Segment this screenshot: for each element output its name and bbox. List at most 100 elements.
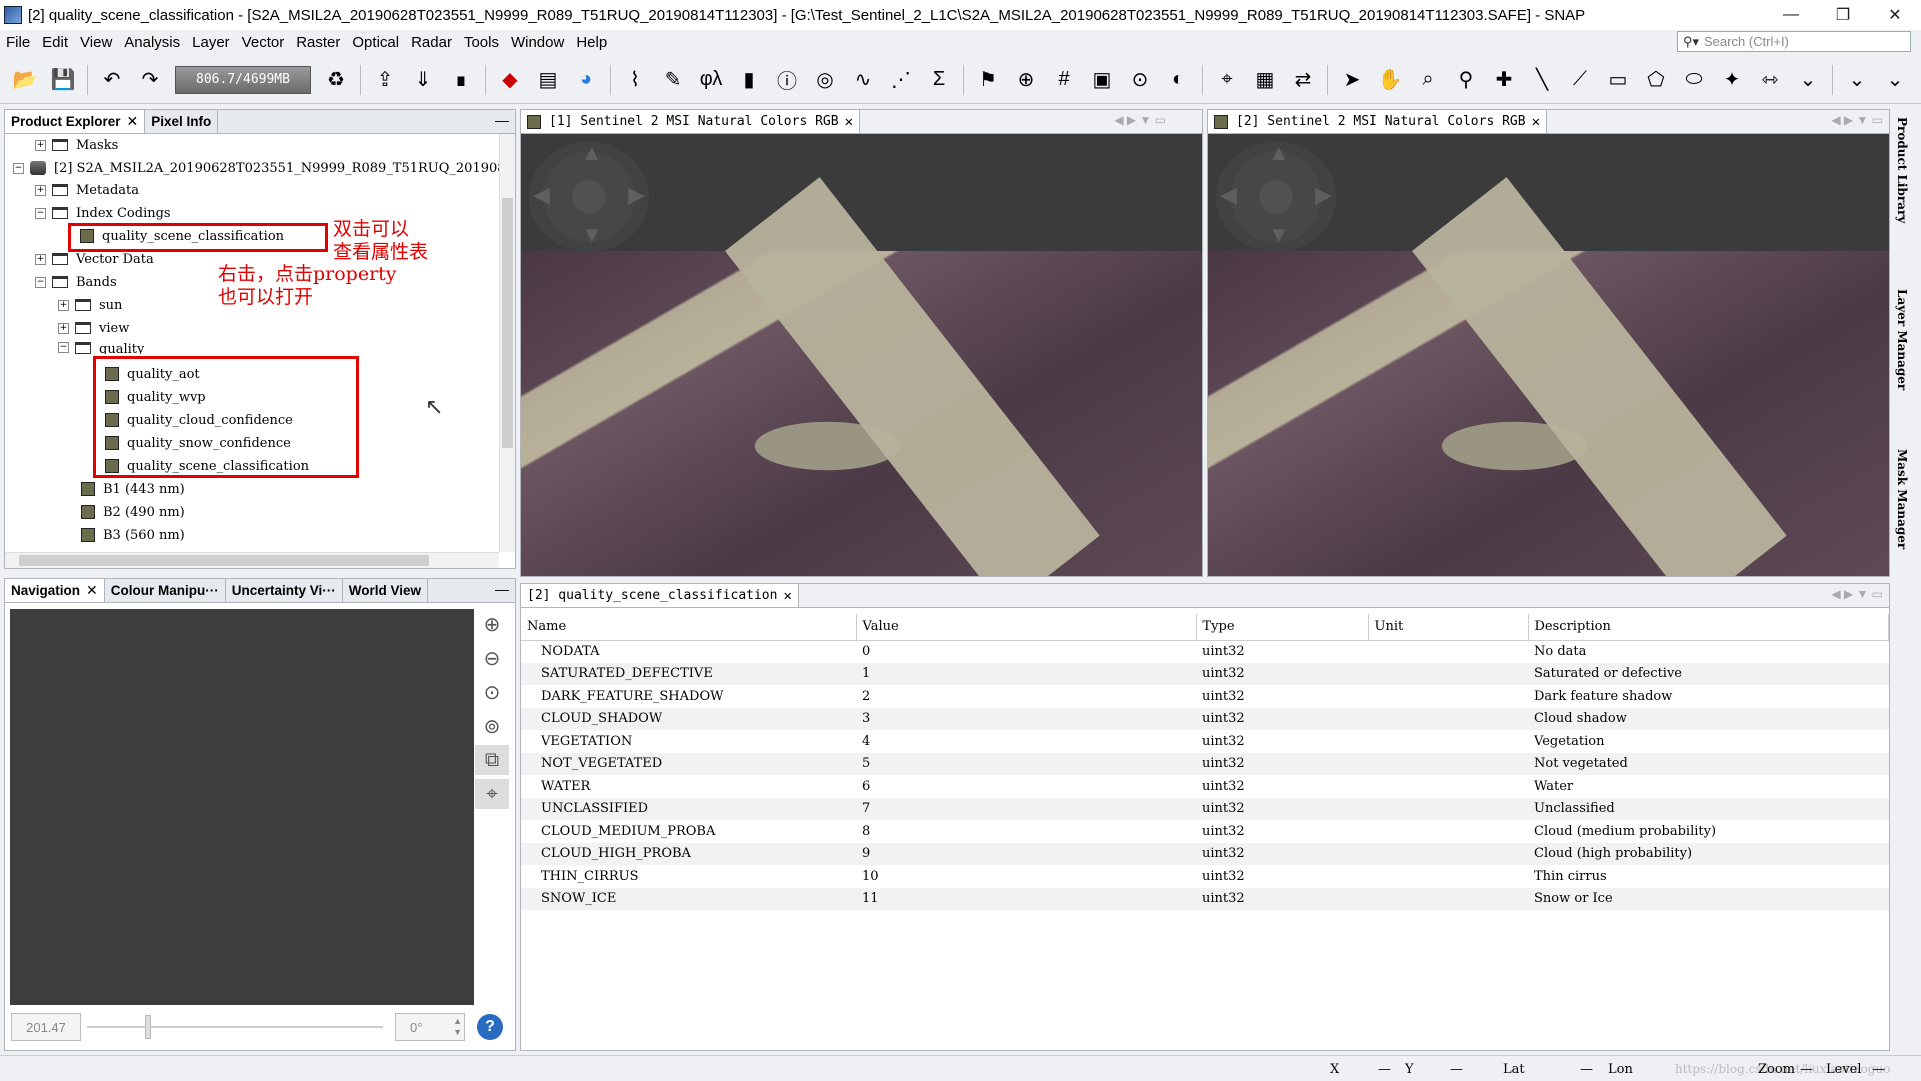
tab-colour-manipulation[interactable]: Colour Manipu··· [104,579,226,602]
image-canvas[interactable]: ▲ ▼ ◀ ▶ [521,134,1202,576]
collapse-icon[interactable]: − [58,342,69,353]
overlay-icon[interactable]: ◐ [1161,63,1195,97]
tree-node-quality[interactable]: − quality [58,342,144,354]
rotation-field[interactable]: 0° ▲ ▼ [395,1013,465,1041]
table-row[interactable]: CLOUD_HIGH_PROBA 9 uint32 Cloud (high proba… [521,842,1889,865]
import-icon[interactable]: ⇪ [368,63,402,97]
expand-icon[interactable]: + [58,322,69,334]
navigation-overview[interactable] [10,609,474,1005]
zoom-in-icon[interactable]: ⊕ [475,609,509,639]
table-row[interactable]: SNOW_ICE 11 uint32 Snow or Ice [521,887,1889,910]
tree-node-index-codings[interactable]: − Index Codings [35,204,171,222]
histogram-icon[interactable]: ▮ [732,63,766,97]
minimize-button[interactable]: — [1765,0,1817,30]
table-row[interactable]: VEGETATION 4 uint32 Vegetation [521,730,1889,753]
tree-node-masks[interactable]: + Masks [35,136,118,154]
zoom-slider[interactable] [87,1015,383,1039]
zoom-out-icon[interactable]: ⊖ [475,643,509,673]
pin-manager-icon[interactable]: ⚑ [971,63,1005,97]
redo-icon[interactable]: ↷ [133,63,167,97]
gcp-tool-icon[interactable]: ✚ [1487,63,1521,97]
column-header-unit[interactable]: Unit [1368,614,1529,641]
menu-vector[interactable]: Vector [236,34,291,51]
profile-plot-icon[interactable]: ∿ [846,63,880,97]
tab-world-view[interactable]: World View [342,579,429,602]
pin-tool-icon[interactable]: ⚲ [1449,63,1483,97]
table-row[interactable]: CLOUD_SHADOW 3 uint32 Cloud shadow [521,707,1889,730]
menu-optical[interactable]: Optical [346,34,405,51]
range-finder-icon[interactable]: ⇿ [1753,63,1787,97]
menu-help[interactable]: Help [570,34,613,51]
tab-product-explorer[interactable]: Product Explorer ✕ [5,110,146,133]
table-row[interactable]: UNCLASSIFIED 7 uint32 Unclassified [521,797,1889,820]
tab-image-view-1[interactable]: [1] Sentinel 2 MSI Natural Colors RGB ✕ [521,110,861,133]
rgb-image-icon[interactable]: ◆ [493,63,527,97]
minimize-panel-icon[interactable]: — [495,112,509,128]
expand-icon[interactable]: + [35,139,46,151]
tab-nav-arrows[interactable]: ◀ ▶ ▼ ▭ [1831,113,1883,127]
open-product-icon[interactable]: 📂 [8,63,42,97]
expand-icon[interactable]: + [35,253,46,265]
chevron-down-icon[interactable]: ⌄ [1840,63,1874,97]
spinner-icon[interactable]: ▲ ▼ [453,1016,462,1038]
zoom-slider-thumb[interactable] [145,1015,151,1039]
select-tool-icon[interactable]: ➤ [1335,63,1369,97]
table-row[interactable]: WATER 6 uint32 Water [521,775,1889,798]
chevron-down-icon[interactable]: ⌄ [1878,63,1912,97]
menu-window[interactable]: Window [505,34,570,51]
line-tool-icon[interactable]: ╲ [1525,63,1559,97]
minimize-panel-icon[interactable]: — [495,581,509,597]
layer-manager-tab[interactable]: Layer Manager [1895,289,1909,390]
column-header-name[interactable]: Name [521,614,857,641]
collapse-icon[interactable]: − [13,162,24,174]
magic-wand-icon[interactable]: ✦ [1715,63,1749,97]
mask-manager-tab[interactable]: Mask Manager [1895,449,1909,549]
tree-horizontal-scrollbar[interactable] [5,552,499,568]
statistics-icon[interactable]: ◎ [808,63,842,97]
column-header-description[interactable]: Description [1528,614,1889,641]
tab-image-view-2[interactable]: [2] Sentinel 2 MSI Natural Colors RGB ✕ [1208,110,1548,133]
close-icon[interactable]: ✕ [783,588,791,604]
collapse-icon[interactable]: − [35,207,46,219]
tree-node-b1[interactable]: B1 (443 nm) [81,480,185,498]
tree-node-b2[interactable]: B2 (490 nm) [81,503,185,521]
sync-cursor-icon[interactable]: ⌖ [1210,63,1244,97]
spectrum-icon[interactable]: ⌇ [618,63,652,97]
lambda-icon[interactable]: φλ [694,63,728,97]
tree-node-product[interactable]: − [2] S2A_MSIL2A_20190628T023551_N9999_R0… [13,159,499,177]
help-icon[interactable]: ? [477,1014,503,1040]
tree-node-metadata[interactable]: + Metadata [35,181,139,199]
gcp-manager-icon[interactable]: ⊙ [1123,63,1157,97]
zoom-pixel-icon[interactable]: ⊙ [475,677,509,707]
column-header-type[interactable]: Type [1196,614,1369,641]
gcp-icon[interactable]: ⊕ [1009,63,1043,97]
navigation-control[interactable]: ▲ ▼ ◀ ▶ [1216,140,1336,252]
zoom-tool-icon[interactable]: ⌕ [1411,63,1445,97]
tab-nav-arrows[interactable]: ◀ ▶ ▼ ▭ [1831,587,1883,601]
tile-icon[interactable]: ▦ [1248,63,1282,97]
chevron-down-icon[interactable]: ⌄ [1791,63,1825,97]
scrollbar-thumb[interactable] [502,198,513,448]
tab-pixel-info[interactable]: Pixel Info [145,110,219,133]
tree-node-bands[interactable]: − Bands [35,273,117,291]
menu-view[interactable]: View [74,34,118,51]
tree-node-view[interactable]: + view [58,319,129,337]
rectangle-tool-icon[interactable]: ▭ [1601,63,1635,97]
world-map-icon[interactable]: ◕ [569,63,603,97]
close-button[interactable]: ✕ [1869,0,1921,30]
menu-edit[interactable]: Edit [36,34,74,51]
layers-icon[interactable]: ▤ [531,63,565,97]
polyline-tool-icon[interactable]: ⟋ [1563,63,1597,97]
close-icon[interactable]: ✕ [86,582,98,599]
ellipse-tool-icon[interactable]: ⬭ [1677,63,1711,97]
menu-radar[interactable]: Radar [405,34,458,51]
table-row[interactable]: NOT_VEGETATED 5 uint32 Not vegetated [521,752,1889,775]
polygon-tool-icon[interactable]: ⬠ [1639,63,1673,97]
close-icon[interactable]: ✕ [127,113,139,130]
tree-node-b3[interactable]: B3 (560 nm) [81,526,185,544]
table-row[interactable]: DARK_FEATURE_SHADOW 2 uint32 Dark feature s… [521,685,1889,708]
navigation-control[interactable]: ▲ ▼ ◀ ▶ [529,140,649,252]
menu-raster[interactable]: Raster [290,34,346,51]
sync-views-icon[interactable]: ⇄ [1286,63,1320,97]
product-library-tab[interactable]: Product Library [1895,117,1909,223]
